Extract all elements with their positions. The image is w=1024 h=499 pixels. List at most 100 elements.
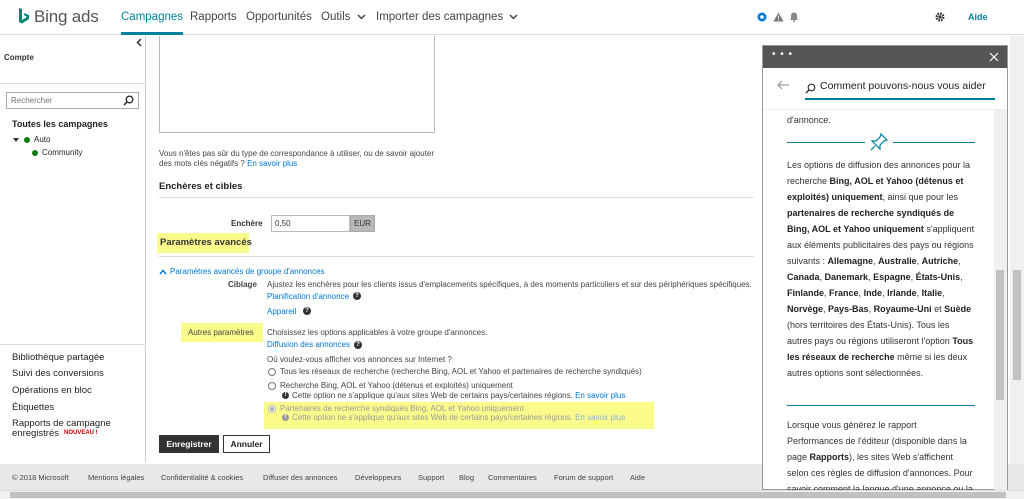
sidebar-item-shared-library[interactable]: Bibliothèque partagée: [12, 352, 104, 363]
footer-link-legal[interactable]: Mentions légales: [88, 473, 144, 482]
account-label[interactable]: Compte: [4, 53, 34, 62]
option-owned-operated-note: Cette option ne s'applique qu'aux sites …: [292, 391, 626, 400]
chevron-left-icon: [136, 38, 142, 47]
footer-link-privacy[interactable]: Confidentialité & cookies: [161, 473, 243, 482]
option-owned-operated-label: Recherche Bing, AOL et Yahoo (détenus et…: [280, 381, 513, 390]
expand-triangle-icon[interactable]: [13, 137, 19, 142]
sidebar-collapse-button[interactable]: [136, 38, 142, 50]
search-icon[interactable]: [123, 95, 134, 106]
footer-link-advertise[interactable]: Diffuser des annonces: [263, 473, 338, 482]
sidebar-search: [6, 92, 139, 109]
ad-distribution-link[interactable]: Diffusion des annonces: [267, 340, 350, 350]
settings[interactable]: [935, 0, 945, 35]
other-settings-label: Autres paramètres: [188, 328, 254, 337]
pin-icon: [870, 132, 889, 151]
sidebar-item-saved-reports[interactable]: Rapports de campagne enregistrés: [12, 419, 112, 439]
footer-link-blog[interactable]: Blog: [459, 473, 474, 482]
help-search-input[interactable]: [820, 80, 996, 92]
distribution-question: Où voulez-vous afficher vos annonces sur…: [267, 355, 452, 364]
sidebar: Compte Toutes les campagnes Auto Communi…: [0, 36, 146, 462]
main-content: Vous n'êtes pas sûr du type de correspon…: [147, 36, 760, 462]
tree-item-community[interactable]: Community: [32, 148, 82, 157]
bids-section-title: Enchères et cibles: [159, 181, 243, 192]
nav-tab-tools[interactable]: Outils: [321, 0, 366, 35]
adgroup-advanced-toggle[interactable]: Paramètres avancés de groupe d'annonces: [159, 267, 325, 277]
help-panel: • • • d'annonce. Les options de diffusio…: [762, 45, 1008, 490]
info-icon: !: [282, 392, 289, 399]
other-settings-desc: Choisissez les options applicables à vot…: [267, 328, 488, 337]
search-icon: [805, 83, 816, 94]
footer-link-feedback[interactable]: Commentaires: [488, 473, 537, 482]
gear-icon: [935, 12, 945, 22]
help-scrollbar[interactable]: [994, 110, 1007, 490]
help-text-fragment: d'annonce.: [787, 115, 831, 125]
divider: [787, 405, 975, 406]
divider: [0, 83, 146, 84]
help-panel-header[interactable]: • • •: [763, 46, 1007, 68]
close-icon[interactable]: [989, 52, 999, 62]
radio-owned-operated[interactable]: [268, 382, 276, 390]
more-options-icon[interactable]: • • •: [772, 49, 793, 60]
footer-link-developers[interactable]: Développeurs: [355, 473, 401, 482]
notifications[interactable]: [789, 0, 799, 35]
warning-icon: [773, 12, 784, 22]
save-button[interactable]: Enregistrer: [159, 435, 219, 453]
bid-input[interactable]: [271, 215, 350, 232]
logo-text: Bing ads: [34, 7, 99, 26]
divider: [159, 256, 754, 257]
nav-tab-reports[interactable]: Rapports: [190, 0, 237, 35]
learn-more-link[interactable]: En savoir plus: [247, 159, 297, 168]
footer-link-support[interactable]: Support: [418, 473, 444, 482]
ad-schedule-link[interactable]: Planification d'annonce: [267, 292, 349, 302]
nav-tab-campaigns[interactable]: Campagnes: [121, 0, 184, 35]
sidebar-item-conversion-tracking[interactable]: Suivi des conversions: [12, 368, 104, 379]
bing-logo-icon: [19, 8, 29, 24]
sidebar-item-labels[interactable]: Étiquettes: [12, 402, 54, 413]
divider: [893, 142, 975, 143]
divider: [0, 344, 146, 345]
tree-item-auto[interactable]: Auto: [13, 135, 50, 144]
cancel-button[interactable]: Annuler: [223, 435, 270, 453]
help-question-icon[interactable]: ?: [353, 292, 361, 300]
scrollbar-thumb[interactable]: [996, 270, 1004, 400]
top-navigation: Bing ads Campagnes Rapports Opportunités…: [0, 0, 1024, 35]
help-link[interactable]: Aide: [968, 0, 988, 35]
scrollbar-thumb[interactable]: [1013, 270, 1021, 380]
option-syndicated-note: Cette option ne s'applique qu'aux sites …: [292, 413, 626, 422]
new-badge: NOUVEAU !: [64, 430, 98, 436]
settings-badge-icon: [757, 12, 767, 22]
bid-label: Enchère: [231, 219, 263, 228]
status-dot-icon: [24, 136, 30, 143]
search-input[interactable]: [7, 93, 119, 108]
scrollbar-thumb[interactable]: [10, 492, 1006, 498]
learn-more-link[interactable]: En savoir plus: [575, 413, 625, 422]
nav-tab-import-campaigns[interactable]: Importer des campagnes: [376, 0, 518, 35]
help-question-icon[interactable]: ?: [354, 341, 362, 349]
footer-link-help[interactable]: Aide: [630, 473, 645, 482]
device-link[interactable]: Appareil: [267, 307, 296, 317]
radio-syndicated-partners[interactable]: [268, 405, 276, 413]
warning-alert[interactable]: [773, 0, 784, 35]
page-scrollbar[interactable]: [1010, 36, 1024, 464]
horizontal-scrollbar[interactable]: [0, 490, 1024, 499]
radio-all-networks[interactable]: [268, 368, 276, 376]
help-search-field: [805, 78, 996, 100]
sidebar-item-all-campaigns[interactable]: Toutes les campagnes: [12, 119, 108, 129]
sidebar-item-bulk-operations[interactable]: Opérations en bloc: [12, 385, 92, 396]
help-question-icon[interactable]: ?: [303, 307, 311, 315]
learn-more-link[interactable]: En savoir plus: [575, 391, 625, 400]
help-search-bar: [763, 68, 1007, 110]
keywords-textarea[interactable]: [159, 36, 435, 133]
help-paragraph-2: Lorsque vous générez le rapport Performa…: [787, 420, 973, 490]
footer-link-support-forum[interactable]: Forum de support: [554, 473, 613, 482]
arrow-left-icon[interactable]: [777, 80, 790, 90]
currency-unit: EUR: [350, 215, 375, 232]
chevron-down-icon: [357, 14, 366, 20]
notification-gear-badge[interactable]: [757, 0, 767, 35]
bing-ads-logo[interactable]: Bing ads: [18, 6, 99, 28]
match-type-help: Vous n'êtes pas sûr du type de correspon…: [159, 149, 435, 168]
footer-copyright: © 2018 Microsoft: [12, 473, 69, 482]
chevron-down-icon: [509, 14, 518, 20]
status-dot-icon: [32, 149, 38, 156]
nav-tab-opportunities[interactable]: Opportunités: [246, 0, 312, 35]
